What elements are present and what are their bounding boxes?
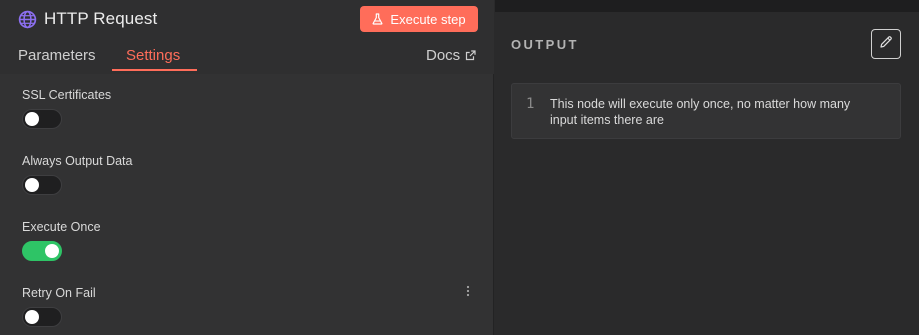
flask-icon: [372, 13, 383, 25]
setting-always-output-data: Always Output Data: [22, 154, 133, 195]
node-header: HTTP Request Execute step Parameters Set…: [0, 0, 494, 74]
globe-icon: [18, 10, 37, 29]
toggle-knob: [45, 244, 59, 258]
more-options-icon[interactable]: [463, 284, 473, 298]
output-message-box: 1 This node will execute only once, no m…: [511, 83, 901, 139]
execute-step-label: Execute step: [390, 11, 466, 27]
line-number: 1: [526, 96, 535, 112]
tab-parameters[interactable]: Parameters: [18, 47, 96, 64]
setting-label: SSL Certificates: [22, 88, 112, 102]
node-settings-panel: HTTP Request Execute step Parameters Set…: [0, 0, 494, 335]
setting-execute-once: Execute Once: [22, 220, 101, 261]
toggle-knob: [25, 178, 39, 192]
pencil-icon: [879, 35, 893, 54]
toggle-knob: [25, 112, 39, 126]
docs-label: Docs: [426, 47, 461, 64]
output-message: This node will execute only once, no mat…: [550, 97, 851, 127]
ssl-certificates-toggle[interactable]: [22, 109, 62, 129]
setting-label: Always Output Data: [22, 154, 133, 168]
setting-ssl-certificates: SSL Certificates: [22, 88, 112, 129]
node-title: HTTP Request: [44, 9, 158, 28]
edit-output-button[interactable]: [871, 29, 901, 59]
active-tab-indicator: [112, 69, 197, 71]
output-title: OUTPUT: [511, 37, 579, 52]
setting-label: Retry On Fail: [22, 286, 96, 300]
always-output-data-toggle[interactable]: [22, 175, 62, 195]
node-tabs: Parameters Settings Docs: [0, 40, 494, 72]
retry-on-fail-toggle[interactable]: [22, 307, 62, 327]
output-top-bar: [495, 0, 919, 12]
toggle-knob: [25, 310, 39, 324]
external-link-icon: [465, 50, 476, 61]
node-title-row: HTTP Request: [18, 8, 157, 30]
setting-label: Execute Once: [22, 220, 101, 234]
setting-retry-on-fail: Retry On Fail: [22, 286, 96, 327]
output-panel: OUTPUT 1 This node will execute only onc…: [495, 0, 919, 335]
execute-once-toggle[interactable]: [22, 241, 62, 261]
execute-step-button[interactable]: Execute step: [360, 6, 478, 32]
docs-link[interactable]: Docs: [426, 47, 476, 64]
tab-settings[interactable]: Settings: [126, 47, 180, 64]
